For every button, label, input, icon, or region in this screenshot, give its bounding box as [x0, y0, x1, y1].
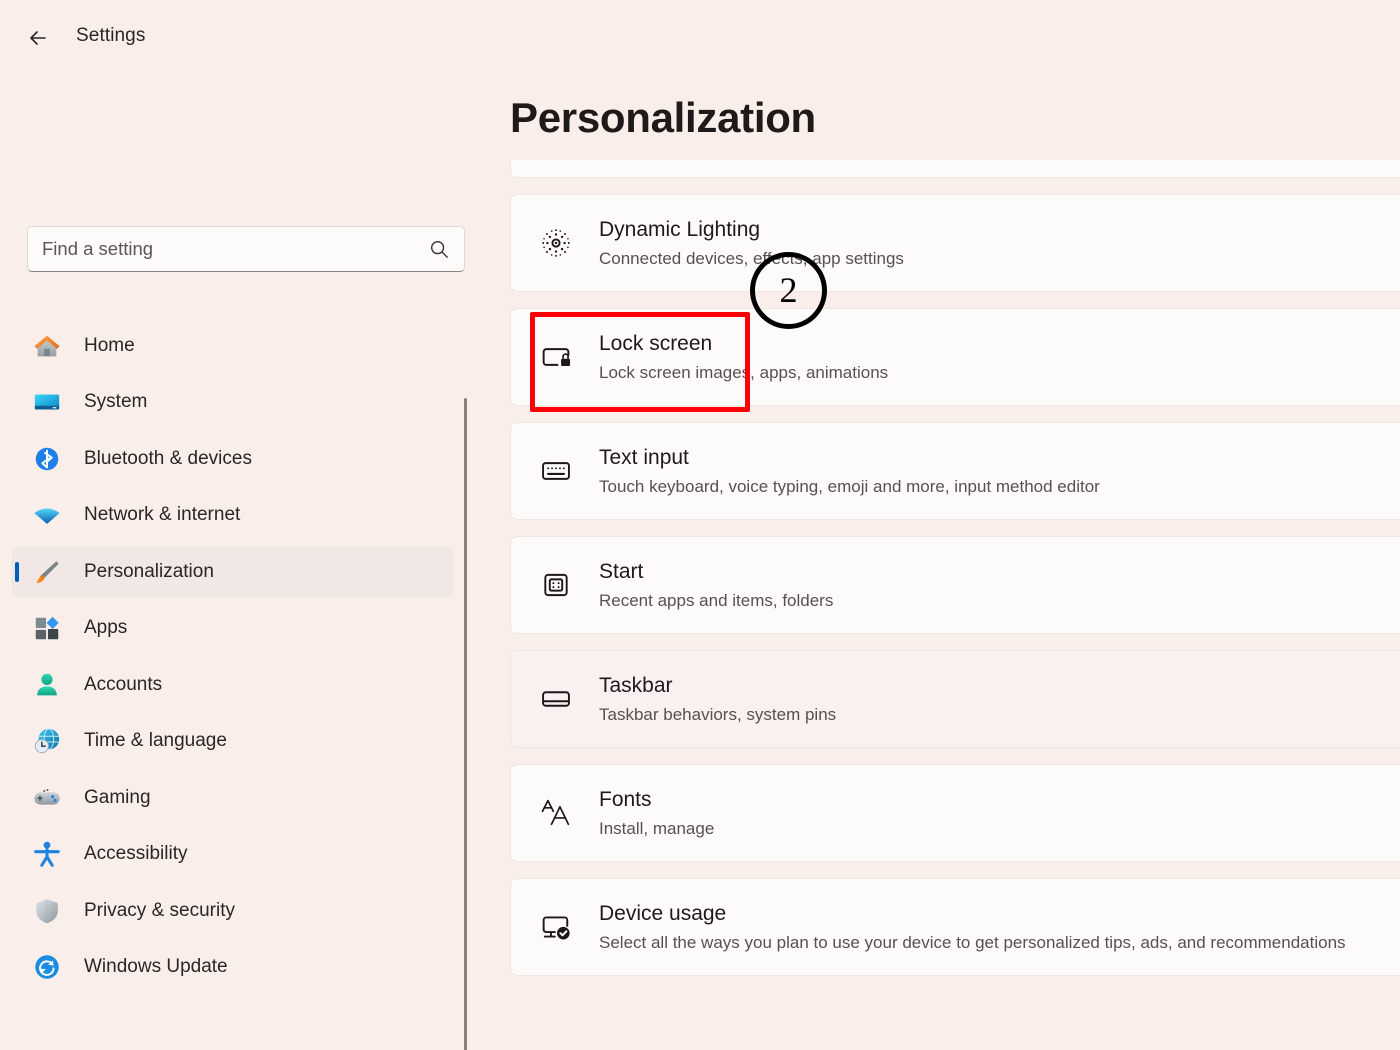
card-text: Lock screen Lock screen images, apps, an… — [599, 331, 888, 383]
sidebar-item-label: Network & internet — [84, 504, 241, 525]
sidebar-item-bluetooth-devices[interactable]: Bluetooth & devices — [12, 434, 454, 484]
sidebar-item-label: Gaming — [84, 786, 151, 808]
card-subtitle: Recent apps and items, folders — [599, 590, 834, 610]
accessibility-icon — [32, 839, 62, 869]
search-input[interactable] — [42, 238, 422, 260]
card-text: Text input Touch keyboard, voice typing,… — [599, 445, 1100, 497]
sidebar-nav: Home System Bluetooth & devices Network … — [0, 314, 470, 999]
sidebar-item-label: Personalization — [84, 560, 214, 582]
settings-window: Settings Find a setting Home System Blue… — [0, 0, 1400, 1050]
step-number-badge: 2 — [750, 252, 827, 329]
card-text: Taskbar Taskbar behaviors, system pins — [599, 673, 836, 725]
wifi-icon — [32, 500, 62, 530]
card-title: Dynamic Lighting — [599, 218, 761, 242]
settings-card-text-input[interactable]: Text input Touch keyboard, voice typing,… — [510, 422, 1400, 520]
main-content: Personalization Dynamic Lighting Connect… — [480, 0, 1400, 1050]
search-box[interactable] — [27, 226, 465, 272]
start-icon — [533, 562, 579, 608]
sidebar-item-gaming[interactable]: Gaming — [12, 773, 454, 823]
sidebar-item-home[interactable]: Home — [12, 321, 454, 371]
card-subtitle: Lock screen images, apps, animations — [599, 362, 889, 382]
card-text: Dynamic Lighting Connected devices, effe… — [599, 217, 904, 269]
card-subtitle: Taskbar behaviors, system pins — [599, 704, 837, 724]
account-icon — [32, 670, 62, 700]
card-subtitle: Select all the ways you plan to use your… — [599, 932, 1346, 952]
back-arrow-icon — [26, 26, 50, 50]
card-text: Device usage Select all the ways you pla… — [599, 901, 1346, 953]
card-title: Device usage — [599, 902, 727, 926]
sidebar-item-system[interactable]: System — [12, 377, 454, 427]
sidebar-item-time-language[interactable]: Time & language — [12, 716, 454, 766]
sidebar-item-label: Bluetooth & devices — [84, 447, 252, 469]
sidebar-item-label: Accessibility — [84, 843, 188, 864]
settings-card-dynamic-lighting[interactable]: Dynamic Lighting Connected devices, effe… — [510, 194, 1400, 292]
paintbrush-icon — [32, 557, 62, 587]
page-title: Personalization — [510, 94, 816, 141]
sidebar-item-network-internet[interactable]: Network & internet — [12, 490, 454, 540]
card-subtitle: Touch keyboard, voice typing, emoji and … — [599, 476, 1100, 496]
taskbar-icon — [533, 676, 579, 722]
sidebar-item-windows-update[interactable]: Windows Update — [12, 942, 454, 992]
lock-screen-icon — [533, 334, 579, 380]
settings-card-fonts[interactable]: Fonts Install, manage — [510, 764, 1400, 862]
fonts-icon — [533, 790, 579, 836]
search-container — [27, 226, 465, 272]
system-icon — [32, 387, 62, 417]
sidebar-item-label: Privacy & security — [84, 899, 235, 921]
settings-card-start[interactable]: Start Recent apps and items, folders — [510, 536, 1400, 634]
keyboard-icon — [533, 448, 579, 494]
card-subtitle: Connected devices, effects, app settings — [599, 248, 904, 268]
card-title: Lock screen — [599, 332, 713, 356]
step-number-label: 2 — [779, 269, 798, 310]
card-title: Taskbar — [599, 674, 673, 698]
card-text: Fonts Install, manage — [599, 787, 714, 839]
card-title: Fonts — [599, 788, 652, 812]
sidebar-item-label: Apps — [84, 617, 128, 638]
card-title: Text input — [599, 446, 689, 470]
sidebar: Home System — [0, 76, 480, 1050]
sidebar-item-accessibility[interactable]: Accessibility — [12, 829, 454, 879]
settings-card-clipped[interactable] — [510, 160, 1400, 178]
sidebar-item-label: Time & language — [84, 730, 227, 751]
card-text: Start Recent apps and items, folders — [599, 559, 833, 611]
window-title: Settings — [76, 25, 146, 46]
settings-card-lock-screen[interactable]: Lock screen Lock screen images, apps, an… — [510, 308, 1400, 406]
home-icon — [32, 331, 62, 361]
settings-card-device-usage[interactable]: Device usage Select all the ways you pla… — [510, 878, 1400, 976]
sidebar-item-label: Windows Update — [84, 956, 228, 977]
sidebar-item-label: Accounts — [84, 673, 163, 695]
dynamic-lighting-icon — [533, 220, 579, 266]
back-button[interactable] — [20, 20, 56, 56]
update-icon — [32, 952, 62, 982]
sidebar-item-personalization[interactable]: Personalization — [12, 546, 454, 597]
selection-accent-bar — [15, 561, 19, 582]
bluetooth-icon — [32, 444, 62, 474]
shield-icon — [32, 896, 62, 926]
gamepad-icon — [32, 783, 62, 813]
sidebar-scrollbar[interactable] — [464, 398, 467, 1050]
apps-icon — [32, 613, 62, 643]
sidebar-item-accounts[interactable]: Accounts — [12, 660, 454, 710]
clock-globe-icon — [32, 726, 62, 756]
card-title: Start — [599, 560, 644, 584]
settings-card-taskbar[interactable]: Taskbar Taskbar behaviors, system pins — [510, 650, 1400, 748]
settings-list: Dynamic Lighting Connected devices, effe… — [510, 160, 1400, 992]
sidebar-item-label: System — [84, 391, 148, 412]
sidebar-item-apps[interactable]: Apps — [12, 603, 454, 653]
device-usage-icon — [533, 904, 579, 950]
sidebar-item-label: Home — [84, 334, 135, 356]
search-icon[interactable] — [428, 238, 450, 260]
sidebar-item-privacy-security[interactable]: Privacy & security — [12, 886, 454, 936]
card-subtitle: Install, manage — [599, 818, 715, 838]
